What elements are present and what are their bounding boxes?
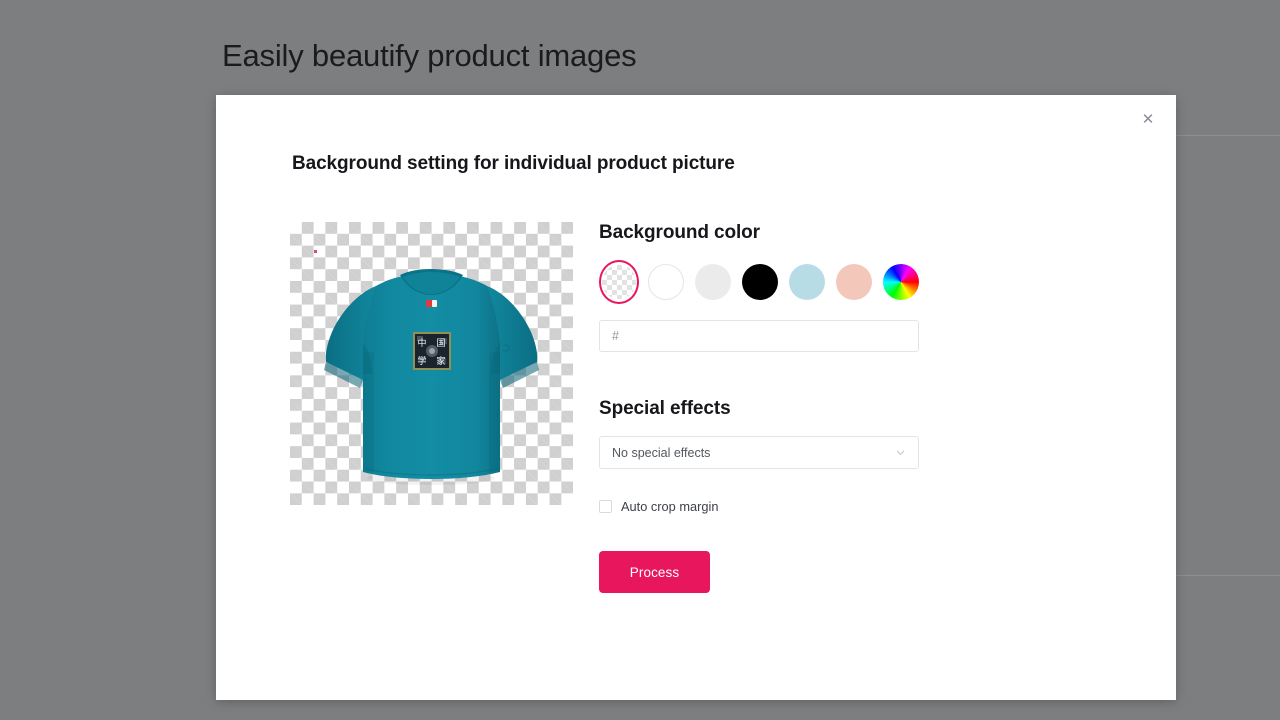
svg-text:国: 国	[436, 338, 445, 349]
settings-panel: Background color	[599, 222, 921, 593]
background-color-swatch-list	[599, 260, 921, 304]
special-effects-selected-value: No special effects	[612, 446, 895, 460]
background-divider	[1176, 135, 1280, 136]
background-color-heading: Background color	[599, 222, 921, 244]
special-effects-select[interactable]: No special effects	[599, 436, 919, 469]
swatch-peach[interactable]	[834, 260, 874, 304]
swatch-white[interactable]	[646, 260, 686, 304]
svg-text:中: 中	[417, 337, 426, 349]
chevron-down-icon	[895, 447, 906, 458]
auto-crop-margin-checkbox[interactable]	[599, 500, 612, 513]
auto-crop-margin-row[interactable]: Auto crop margin	[599, 499, 921, 514]
swatch-transparent[interactable]	[599, 260, 639, 304]
background-divider-secondary	[1176, 575, 1280, 576]
swatch-light-blue[interactable]	[787, 260, 827, 304]
close-icon[interactable]: ✕	[1132, 103, 1164, 135]
tshirt-image: 中 国 学 家	[290, 222, 573, 505]
background-setting-modal: ✕ Background setting for individual prod…	[216, 95, 1176, 700]
auto-crop-margin-label: Auto crop margin	[621, 499, 718, 514]
special-effects-heading: Special effects	[599, 398, 921, 420]
swatch-light-gray-fill	[695, 264, 731, 300]
swatch-peach-fill	[836, 264, 872, 300]
process-button[interactable]: Process	[599, 551, 710, 593]
hex-color-input[interactable]	[599, 320, 919, 352]
svg-text:家: 家	[436, 355, 445, 367]
swatch-transparent-fill	[602, 265, 636, 299]
svg-text:学: 学	[417, 355, 426, 367]
swatch-custom-color-wheel[interactable]	[881, 260, 921, 304]
swatch-light-gray[interactable]	[693, 260, 733, 304]
page-title: Easily beautify product images	[222, 38, 636, 74]
swatch-black[interactable]	[740, 260, 780, 304]
product-image-preview: 中 国 学 家	[290, 222, 573, 505]
swatch-white-fill	[648, 264, 684, 300]
swatch-black-fill	[742, 264, 778, 300]
swatch-light-blue-fill	[789, 264, 825, 300]
modal-title: Background setting for individual produc…	[292, 153, 735, 175]
modal-body: 中 国 学 家 Background color	[290, 222, 1136, 593]
color-wheel-icon	[883, 264, 919, 300]
